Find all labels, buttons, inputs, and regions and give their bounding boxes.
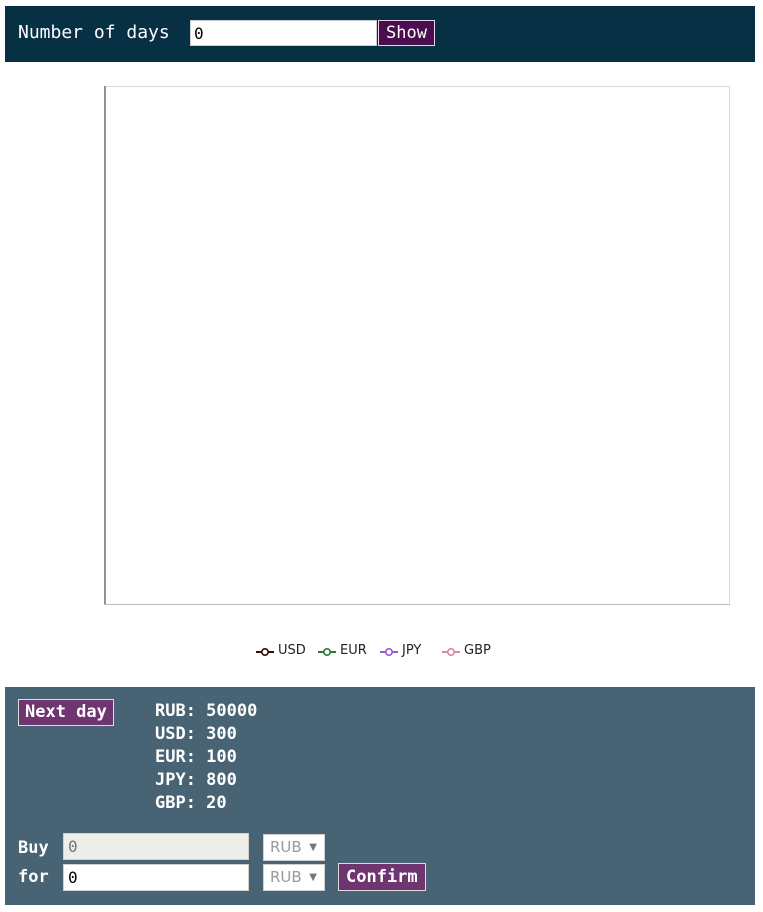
balance-usd: USD: 300 xyxy=(155,724,237,744)
legend-label: JPY xyxy=(402,643,422,658)
for-amount-field[interactable] xyxy=(63,864,249,891)
legend-marker-icon xyxy=(442,647,460,657)
wallet-panel: Next day RUB: 50000 USD: 300 EUR: 100 JP… xyxy=(5,687,755,905)
chevron-down-icon: ▼ xyxy=(309,872,317,883)
legend-label: USD xyxy=(278,643,306,658)
for-currency-value: RUB xyxy=(270,868,302,886)
buy-currency-value: RUB xyxy=(270,838,302,856)
legend-marker-icon xyxy=(256,647,274,657)
balance-jpy: JPY: 800 xyxy=(155,770,237,790)
balance-rub: RUB: 50000 xyxy=(155,701,258,721)
for-currency-select[interactable]: RUB ▼ xyxy=(263,864,325,891)
top-toolbar: Number of days Show xyxy=(5,6,755,62)
next-day-button[interactable]: Next day xyxy=(18,699,114,726)
days-label: Number of days xyxy=(18,22,170,43)
chart-plot xyxy=(104,86,730,605)
buy-amount-field[interactable] xyxy=(63,833,249,860)
legend-marker-icon xyxy=(318,647,336,657)
for-label: for xyxy=(18,867,49,887)
chevron-down-icon: ▼ xyxy=(309,842,317,853)
balance-list: RUB: 50000 USD: 300 EUR: 100 JPY: 800 GB… xyxy=(155,700,257,815)
legend-marker-icon xyxy=(380,647,398,657)
buy-label: Buy xyxy=(18,838,49,858)
buy-currency-select[interactable]: RUB ▼ xyxy=(263,834,325,861)
balance-gbp: GBP: 20 xyxy=(155,793,227,813)
legend-label: GBP xyxy=(464,643,491,658)
chart-plot-area xyxy=(104,86,730,605)
legend-label: EUR xyxy=(340,643,367,658)
show-button[interactable]: Show xyxy=(378,20,435,46)
days-input[interactable] xyxy=(190,20,377,46)
rates-chart xyxy=(104,86,730,605)
balance-eur: EUR: 100 xyxy=(155,747,237,767)
confirm-button[interactable]: Confirm xyxy=(338,863,426,891)
